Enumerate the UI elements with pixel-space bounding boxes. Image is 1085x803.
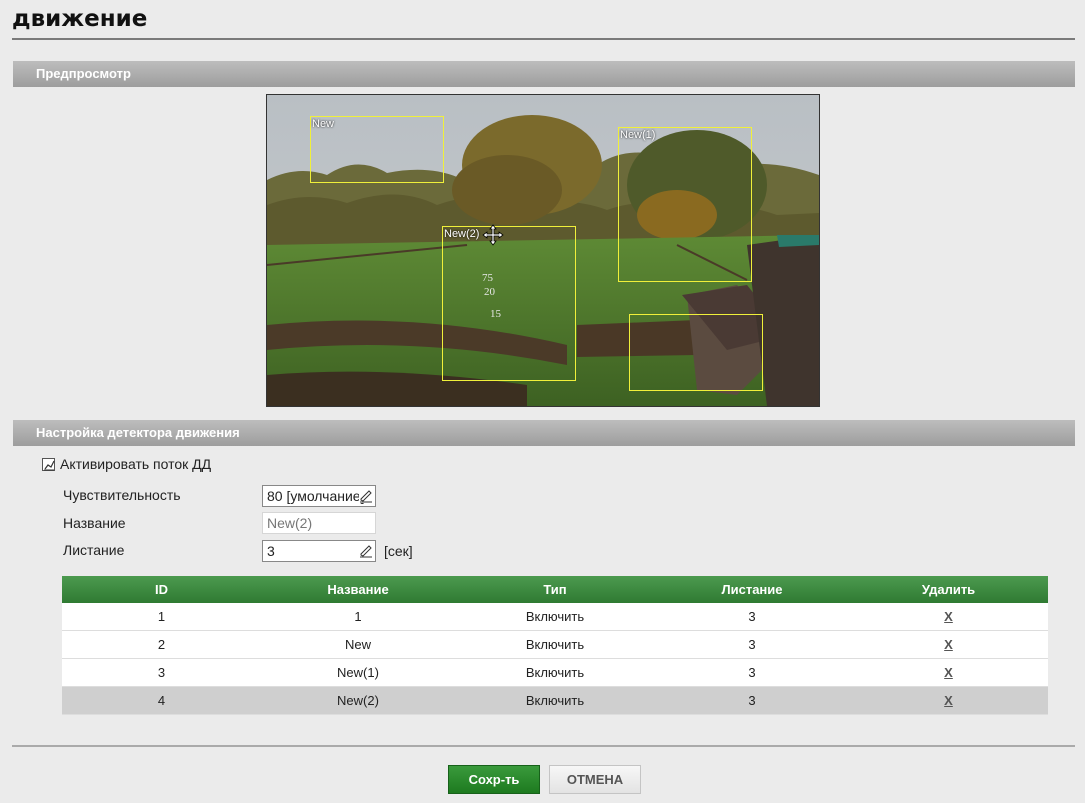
- checkmark-icon: [44, 460, 55, 470]
- cell-dwell: 3: [655, 686, 849, 715]
- motion-zones-table: ID Название Тип Листание Удалить 1 1 Вкл…: [62, 576, 1048, 715]
- table-row[interactable]: 2 New Включить 3 X: [62, 630, 1048, 659]
- table-row-selected[interactable]: 4 New(2) Включить 3 X: [62, 686, 1048, 715]
- motion-zone-label: New(1): [620, 129, 656, 141]
- cancel-button[interactable]: ОТМЕНА: [549, 765, 641, 794]
- sensitivity-select[interactable]: 80 [умолчание]: [262, 485, 376, 507]
- dwell-unit: [сек]: [384, 543, 413, 559]
- motion-zone-new[interactable]: New: [310, 116, 444, 183]
- cell-name: New: [261, 630, 455, 659]
- activate-stream-checkbox-row[interactable]: Активировать поток ДД: [42, 456, 211, 472]
- move-cursor-icon: [482, 224, 504, 246]
- detector-section-header: Настройка детектора движения: [13, 420, 1075, 446]
- title-divider: [12, 38, 1075, 40]
- sensitivity-label: Чувствительность: [63, 487, 181, 503]
- table-row[interactable]: 3 New(1) Включить 3 X: [62, 658, 1048, 687]
- cell-name: New(1): [261, 658, 455, 687]
- cell-name: New(2): [261, 686, 455, 715]
- table-header-row: ID Название Тип Листание Удалить: [62, 576, 1048, 603]
- dwell-value: 3: [267, 543, 275, 559]
- column-header-dwell: Листание: [655, 576, 849, 603]
- camera-preview[interactable]: 75 20 15 New New(1) New(2): [266, 94, 820, 407]
- delete-link[interactable]: X: [944, 665, 953, 680]
- cell-delete: X: [849, 603, 1048, 631]
- edit-pen-icon: [360, 545, 372, 558]
- table-row[interactable]: 1 1 Включить 3 X: [62, 603, 1048, 631]
- motion-zone-1[interactable]: [629, 314, 763, 391]
- cell-id: 4: [62, 686, 261, 715]
- sensitivity-value: 80 [умолчание]: [267, 488, 365, 504]
- cell-id: 2: [62, 630, 261, 659]
- dwell-select[interactable]: 3: [262, 540, 376, 562]
- column-header-name: Название: [261, 576, 455, 603]
- column-header-type: Тип: [455, 576, 655, 603]
- name-field[interactable]: New(2): [262, 512, 376, 534]
- activate-stream-checkbox[interactable]: [42, 457, 55, 471]
- cell-dwell: 3: [655, 630, 849, 659]
- motion-zone-new-1[interactable]: New(1): [618, 127, 752, 282]
- column-header-delete: Удалить: [849, 576, 1048, 603]
- delete-link[interactable]: X: [944, 693, 953, 708]
- dwell-label: Листание: [63, 542, 125, 558]
- cell-type: Включить: [455, 630, 655, 659]
- delete-link[interactable]: X: [944, 609, 953, 624]
- cell-id: 3: [62, 658, 261, 687]
- motion-zone-label: New: [312, 118, 335, 130]
- cell-delete: X: [849, 686, 1048, 715]
- cell-type: Включить: [455, 603, 655, 631]
- save-button[interactable]: Сохр-ть: [448, 765, 540, 794]
- cell-name: 1: [261, 603, 455, 631]
- name-value: New(2): [267, 515, 313, 531]
- cell-dwell: 3: [655, 658, 849, 687]
- cell-type: Включить: [455, 686, 655, 715]
- cell-delete: X: [849, 630, 1048, 659]
- edit-pen-icon: [359, 489, 373, 503]
- name-label: Название: [63, 515, 126, 531]
- motion-zone-new-2[interactable]: New(2): [442, 226, 576, 381]
- page-title: движение: [12, 6, 148, 32]
- cell-type: Включить: [455, 658, 655, 687]
- preview-section-header: Предпросмотр: [13, 61, 1075, 87]
- cell-dwell: 3: [655, 603, 849, 631]
- cell-id: 1: [62, 603, 261, 631]
- footer-divider: [12, 745, 1075, 747]
- motion-zone-label: New(2): [444, 228, 480, 240]
- cell-delete: X: [849, 658, 1048, 687]
- column-header-id: ID: [62, 576, 261, 603]
- delete-link[interactable]: X: [944, 637, 953, 652]
- activate-stream-label: Активировать поток ДД: [60, 456, 212, 472]
